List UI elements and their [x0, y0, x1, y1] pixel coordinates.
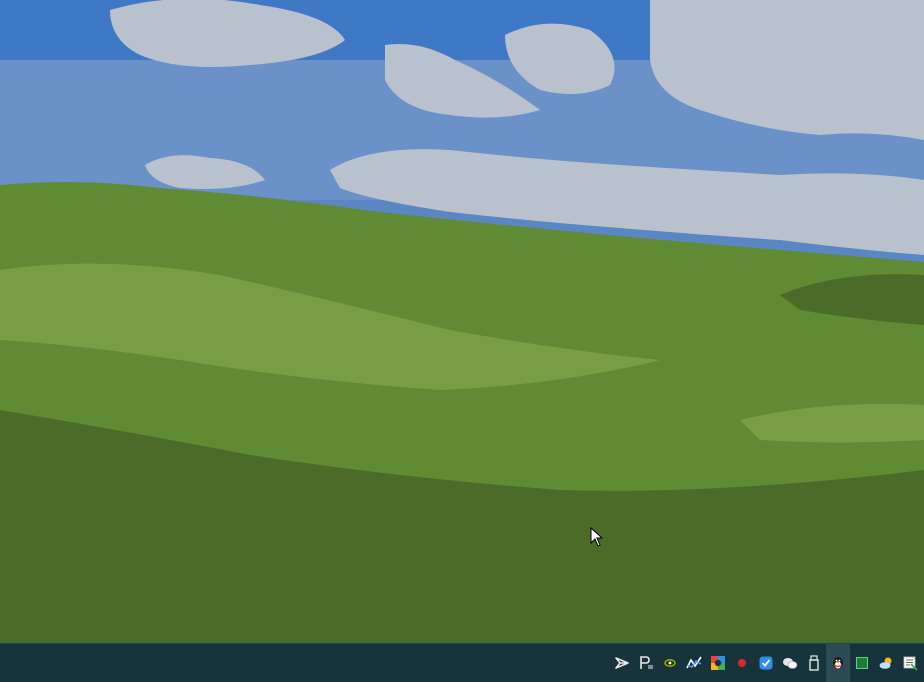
desktop[interactable] — [0, 0, 924, 643]
wechat-icon[interactable] — [778, 644, 802, 682]
mouse-cursor-icon — [590, 527, 604, 547]
usb-drive-icon[interactable] — [802, 644, 826, 682]
qq-penguin-icon[interactable] — [826, 644, 850, 682]
blue-check-icon[interactable] — [754, 644, 778, 682]
p-editor-icon[interactable] — [634, 644, 658, 682]
network-monitor-icon[interactable] — [682, 644, 706, 682]
colorful-app-icon[interactable] — [706, 644, 730, 682]
nvidia-settings-icon[interactable] — [658, 644, 682, 682]
taskbar — [0, 643, 924, 682]
desktop-wallpaper — [0, 0, 924, 643]
system-tray — [610, 644, 922, 682]
weather-icon[interactable] — [874, 644, 898, 682]
red-dot-icon[interactable] — [730, 644, 754, 682]
visual-studio-icon[interactable] — [610, 644, 634, 682]
notifications-icon[interactable] — [898, 644, 922, 682]
green-square-icon[interactable] — [850, 644, 874, 682]
